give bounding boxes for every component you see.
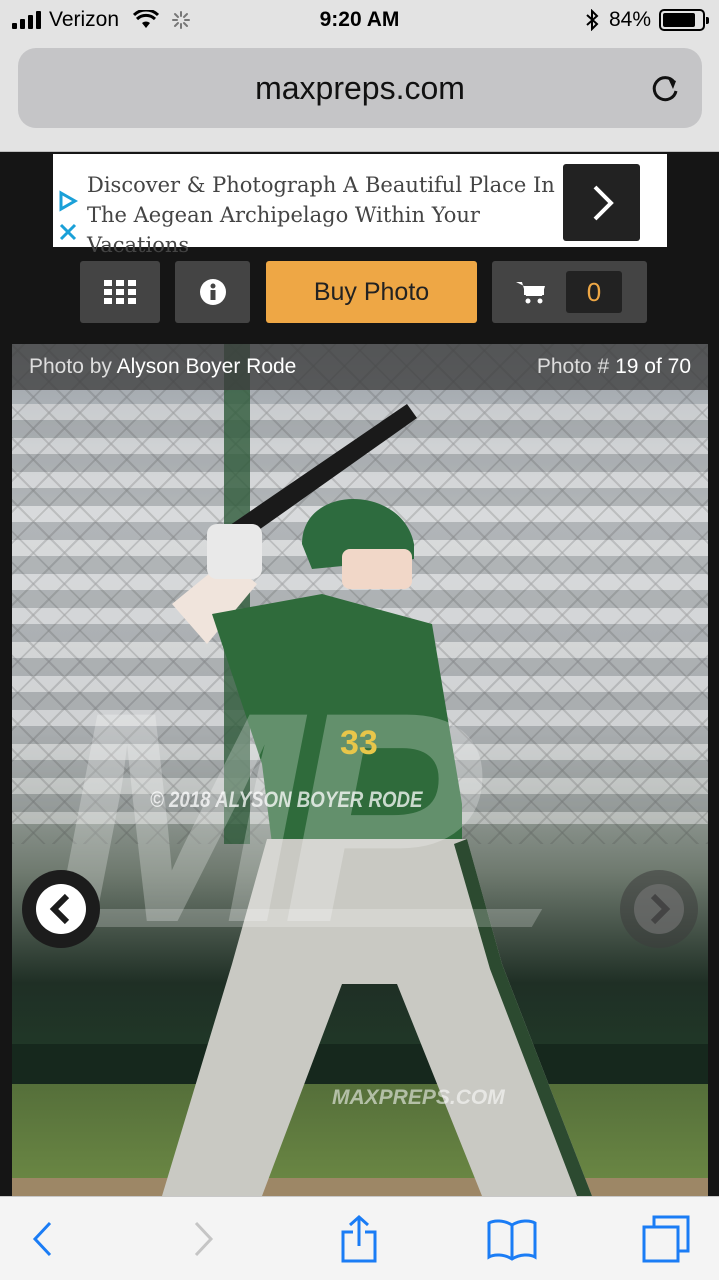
watermark-logo: MP — [52, 649, 482, 985]
player-photo[interactable]: MP © 2018 ALYSON BOYER RODE MAXPREPS.COM… — [12, 344, 708, 1196]
cart-count: 0 — [566, 271, 622, 313]
back-icon — [32, 1221, 52, 1257]
ad-choices[interactable] — [57, 190, 83, 248]
chevron-left-icon — [49, 893, 70, 925]
tabs-icon — [642, 1215, 690, 1263]
browser-address-area: maxpreps.com — [0, 40, 719, 152]
credit-prefix: Photo by — [29, 355, 112, 378]
cart-button[interactable]: 0 — [492, 261, 647, 323]
next-photo-button[interactable] — [620, 870, 698, 948]
chevron-right-icon — [593, 185, 614, 220]
bookmarks-icon — [487, 1219, 537, 1261]
photo-info-button[interactable] — [175, 261, 250, 323]
address-bar[interactable]: maxpreps.com — [18, 48, 702, 128]
battery-percent: 84% — [608, 8, 651, 31]
ad-close-icon[interactable] — [57, 221, 79, 243]
gallery-grid-button[interactable] — [80, 261, 160, 323]
jersey-number: 33 — [340, 724, 378, 762]
ad-text[interactable]: Discover & Photograph A Beautiful Place … — [87, 170, 567, 260]
photo-number-prefix: Photo # — [536, 355, 610, 378]
url-text[interactable]: maxpreps.com — [18, 70, 702, 107]
bluetooth-icon — [586, 9, 599, 31]
forward-button[interactable] — [176, 1213, 232, 1265]
ad-go-button[interactable] — [563, 164, 640, 241]
battery-level-fill — [663, 13, 695, 27]
info-icon — [199, 279, 226, 305]
photo-number: Photo # 19 of 70 — [537, 355, 691, 379]
previous-photo-button[interactable] — [22, 870, 100, 948]
share-button[interactable] — [331, 1213, 387, 1265]
photo-credit: Photo by Alyson Boyer Rode — [29, 355, 296, 379]
ad-banner[interactable]: Discover & Photograph A Beautiful Place … — [53, 154, 667, 257]
photographer-name[interactable]: Alyson Boyer Rode — [117, 355, 297, 378]
buy-photo-button[interactable]: Buy Photo — [266, 261, 477, 323]
chevron-right-icon — [650, 893, 671, 925]
grid-icon — [104, 280, 136, 304]
photo-credit-bar: Photo by Alyson Boyer Rode Photo # 19 of… — [12, 344, 708, 390]
photo-page: Discover & Photograph A Beautiful Place … — [0, 152, 719, 1196]
back-button[interactable] — [14, 1213, 70, 1265]
browser-toolbar — [0, 1196, 719, 1280]
status-bar: Verizon 9:20 AM 84% — [0, 0, 719, 40]
reload-icon[interactable] — [648, 72, 682, 106]
tabs-button[interactable] — [638, 1213, 694, 1265]
cart-icon — [516, 282, 545, 304]
ad-choices-icon[interactable] — [57, 190, 79, 212]
watermark-underline — [51, 909, 543, 927]
watermark-copyright: © 2018 ALYSON BOYER RODE — [150, 787, 423, 812]
watermark-site: MAXPREPS.COM — [332, 1086, 505, 1109]
forward-icon — [194, 1221, 214, 1257]
share-icon — [341, 1214, 377, 1263]
battery-icon — [659, 9, 709, 31]
photo-number-value: 19 of 70 — [615, 355, 691, 378]
bookmarks-button[interactable] — [484, 1213, 540, 1265]
